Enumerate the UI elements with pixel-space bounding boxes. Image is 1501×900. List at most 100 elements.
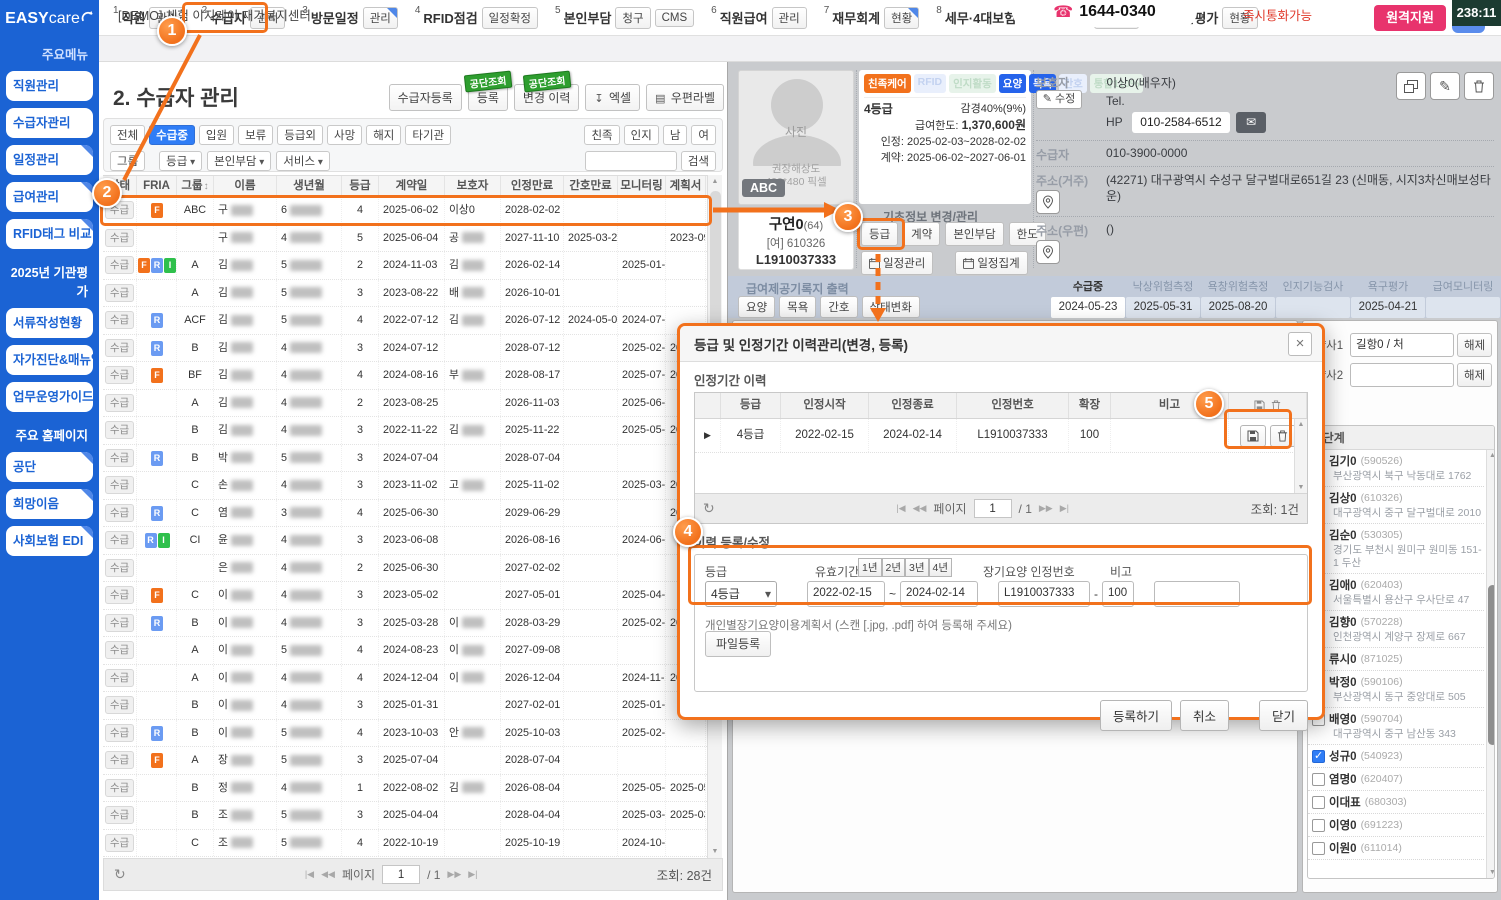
assessment-date[interactable]: 2025-04-21: [1351, 297, 1425, 318]
side-list-item[interactable]: 김기0 (590526) 부산광역시 북구 낙동대로 1762: [1308, 450, 1484, 487]
group-button[interactable]: 그룹: [110, 150, 146, 171]
status-filter-tab[interactable]: 전체: [110, 124, 146, 145]
table-row[interactable]: 수급 은 4 2 2025-06-30 2027-02-02: [103, 554, 707, 582]
file-upload-button[interactable]: 파일등록: [705, 631, 772, 657]
grade-select[interactable]: 4등급: [705, 581, 777, 607]
pager-prev-icon[interactable]: ◀◀: [321, 869, 335, 880]
record-print-button[interactable]: 상태변화: [861, 296, 920, 318]
nav-sub-button[interactable]: 청구: [615, 6, 651, 29]
side-list-item[interactable]: 이원0 (611014): [1308, 837, 1484, 860]
toolbar-button[interactable]: 공단조회 변경 이력: [513, 70, 580, 111]
nav-sub-button[interactable]: CMS: [654, 8, 695, 27]
table-row[interactable]: 수급 F C 이 4 3 2023-05-02 2027-05-01 2025-…: [103, 582, 707, 610]
remote-support-button[interactable]: 원격지원: [1374, 5, 1446, 31]
table-row[interactable]: 수급 R C 염 3 4 2025-06-30 2029-06-29 202: [103, 499, 707, 527]
sidebar-item[interactable]: 업무운영가이드: [6, 382, 93, 412]
delete-button[interactable]: [1464, 72, 1494, 100]
scroll-down-icon[interactable]: ▼: [708, 848, 722, 855]
toolbar-button[interactable]: 공단조회 등록: [463, 70, 513, 111]
nav-item[interactable]: 7 재무회계 현황: [824, 5, 920, 29]
filter-select[interactable]: 본인부담: [207, 150, 272, 171]
nav-item[interactable]: 6 직원급여 관리: [711, 5, 807, 29]
side-list-item[interactable]: 성규0 (540923): [1308, 745, 1484, 768]
schedule-button[interactable]: 일정관리: [861, 251, 934, 275]
sidebar-item[interactable]: 공단: [6, 452, 93, 482]
schedule-button[interactable]: 일정집계: [955, 251, 1028, 275]
record-print-button[interactable]: 간호: [820, 296, 858, 318]
caregiver-release-button[interactable]: 해제: [1457, 333, 1493, 357]
record-print-button[interactable]: 요양: [738, 296, 776, 318]
easycare-logo[interactable]: EASY care: [5, 6, 94, 38]
guardian-edit-button[interactable]: ✎ 수정: [1036, 90, 1082, 109]
row-delete-button[interactable]: [1269, 424, 1296, 447]
year-preset-button[interactable]: 1년: [858, 558, 882, 577]
side-list-item[interactable]: 김상0 (610326) 대구광역시 중구 달구벌대로 2010: [1308, 487, 1484, 524]
nav-sub-button[interactable]: 일정확정: [481, 6, 538, 29]
map-pin-button[interactable]: [1036, 190, 1060, 214]
table-row[interactable]: 수급 R B 박 5 3 2024-07-04 2028-07-04: [103, 444, 707, 472]
table-row[interactable]: 수급 B 조 5 3 2025-04-04 2028-04-04 2025-03…: [103, 802, 707, 830]
item-checkbox[interactable]: [1312, 818, 1325, 832]
table-row[interactable]: 수급 B 김 4 3 2022-11-22 김 2025-11-22 2025-…: [103, 417, 707, 445]
status-filter-tab[interactable]: 수급중: [149, 124, 195, 145]
table-row[interactable]: 수급 F BF 김 4 4 2024-08-16 부 2028-08-17 20…: [103, 362, 707, 390]
pager-last-icon[interactable]: ▶|: [1060, 503, 1069, 514]
open-window-button[interactable]: [1396, 72, 1426, 100]
item-checkbox[interactable]: [1312, 795, 1325, 809]
status-filter-tab[interactable]: 타기관: [405, 124, 452, 145]
sidebar-item[interactable]: 급여관리: [6, 182, 93, 212]
table-row[interactable]: 수급 A 이 4 4 2024-12-04 이 2026-12-04 2024-…: [103, 664, 707, 692]
table-header-cell[interactable]: 간호만료: [564, 176, 618, 196]
map-pin-button[interactable]: [1036, 240, 1060, 264]
table-row[interactable]: 수급 A 이 5 4 2024-08-23 이 2027-09-08: [103, 637, 707, 665]
sidebar-item[interactable]: 일정관리: [6, 145, 93, 175]
ext-input[interactable]: 100: [1102, 581, 1135, 607]
submit-button[interactable]: 등록하기: [1099, 700, 1172, 731]
page-input[interactable]: 1: [382, 865, 421, 884]
caregiver-release-button[interactable]: 해제: [1457, 363, 1493, 387]
table-row[interactable]: 수급 RI CI 윤 4 3 2023-06-08 2026-08-16 202…: [103, 527, 707, 555]
side-list-item[interactable]: 이대표 (680303): [1308, 791, 1484, 814]
scroll-down-icon[interactable]: ▼: [1295, 484, 1307, 491]
table-header-cell[interactable]: 인정만료: [501, 176, 564, 196]
filter-select[interactable]: 서비스: [276, 150, 330, 171]
base-info-button[interactable]: 등급: [861, 222, 899, 246]
table-row[interactable]: 수급 B 이 4 3 2025-01-31 2027-02-01 2025-01…: [103, 692, 707, 720]
close-button[interactable]: 닫기: [1258, 700, 1308, 731]
sidebar-item[interactable]: 사회보험 EDI: [6, 526, 93, 556]
nav-item[interactable]: 5 본인부담 청구 CMS: [555, 5, 695, 29]
year-preset-button[interactable]: 2년: [881, 558, 905, 577]
side-list-item[interactable]: 김순0 (530305) 경기도 부천시 원미구 원미동 151-1 두산: [1308, 524, 1484, 574]
caregiver-input[interactable]: [1350, 363, 1454, 387]
attribute-filter-tab[interactable]: 인지: [623, 124, 659, 145]
table-header-cell[interactable]: 계약일: [379, 176, 445, 196]
table-header-cell[interactable]: 모니터링: [618, 176, 666, 196]
pager-next-icon[interactable]: ▶▶: [447, 869, 461, 880]
guardian-hp-number[interactable]: 010-2584-6512: [1132, 112, 1230, 133]
attribute-filter-tab[interactable]: 친족: [584, 124, 620, 145]
side-list-item[interactable]: 김애0 (620403) 서울특별시 용산구 우사단로 47: [1308, 574, 1484, 611]
table-row[interactable]: 수급 F ABC 구 6 4 2025-06-02 이상0 2028-02-02: [103, 197, 707, 225]
sidebar-item[interactable]: 희망이음: [6, 489, 93, 519]
assessment-date[interactable]: [1426, 297, 1500, 318]
assessment-date[interactable]: 2024-05-23: [1051, 297, 1125, 318]
attribute-filter-tab[interactable]: 여: [691, 124, 716, 145]
search-button[interactable]: 검색: [680, 150, 716, 171]
pager-next-icon[interactable]: ▶▶: [1039, 503, 1053, 514]
assessment-date[interactable]: 2025-08-20: [1201, 297, 1275, 318]
cancel-button[interactable]: 취소: [1179, 700, 1229, 731]
refresh-icon[interactable]: ↻: [703, 500, 715, 517]
scroll-up-icon[interactable]: ▲: [1295, 421, 1307, 428]
scroll-down-icon[interactable]: ▼: [1487, 869, 1494, 876]
refresh-icon[interactable]: ↻: [114, 866, 126, 883]
toolbar-button[interactable]: 수급자등록: [388, 84, 462, 111]
table-header-cell[interactable]: 이름: [214, 176, 277, 196]
table-row[interactable]: 수급 R B 이 4 3 2025-03-28 이 2028-03-29 202…: [103, 609, 707, 637]
year-preset-button[interactable]: 3년: [905, 558, 929, 577]
caregiver-input[interactable]: 길항0 / 처: [1350, 333, 1454, 357]
nav-sub-button[interactable]: 관리: [362, 6, 398, 29]
nav-item[interactable]: 3 방문일정 관리: [302, 5, 398, 29]
pager-first-icon[interactable]: |◀: [305, 869, 314, 880]
side-list-item[interactable]: 배영0 (590704) 대구광역시 중구 남산동 343: [1308, 708, 1484, 745]
assessment-date[interactable]: 2025-05-31: [1126, 297, 1200, 318]
